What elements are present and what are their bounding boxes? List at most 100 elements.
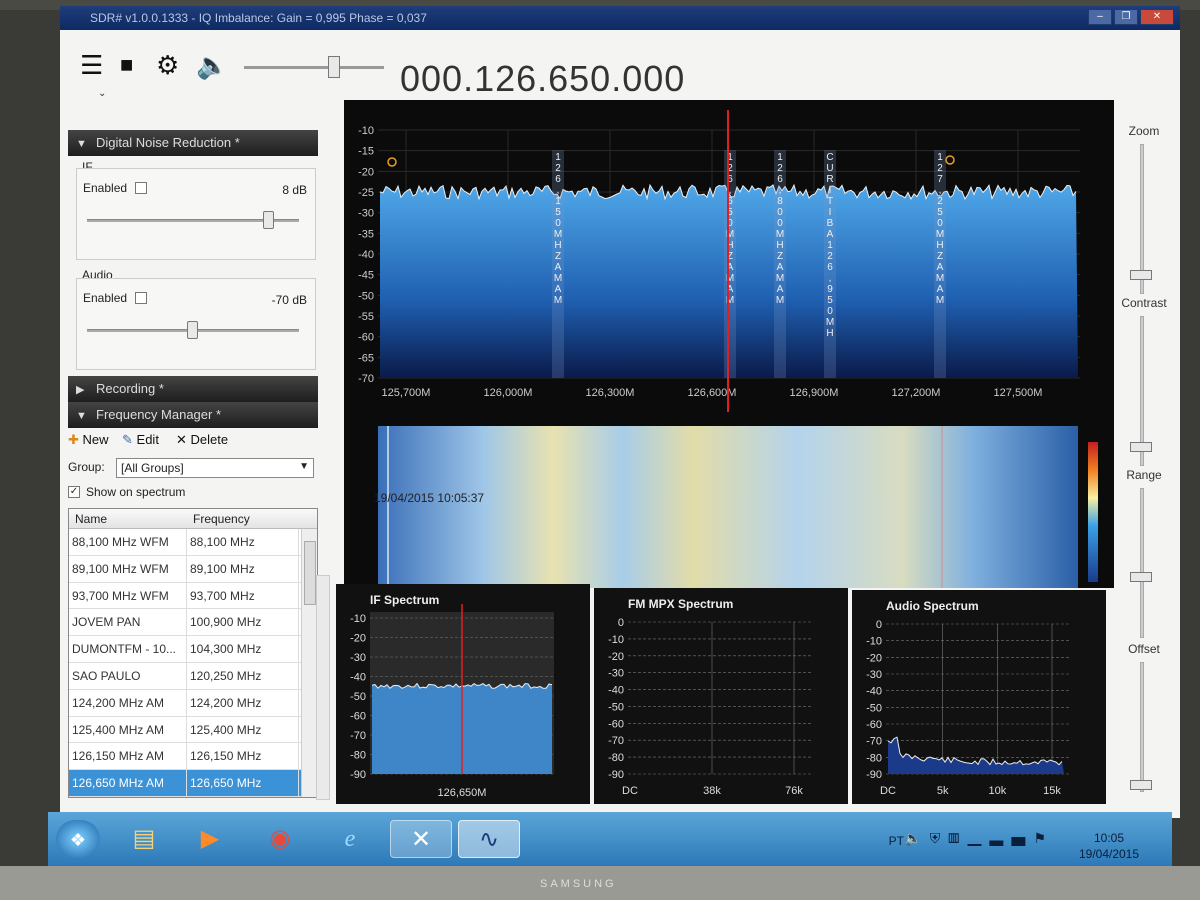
table-row[interactable]: 93,700 MHz WFM 93,700 MHz (69, 582, 317, 610)
gear-icon[interactable]: ⚙ (156, 52, 179, 78)
audio-spectrum-panel[interactable]: Audio Spectrum 0 -10 -20 -30 -40 -50 -60 -70 -80 -… (852, 590, 1106, 804)
shield-icon[interactable]: ⛨ (930, 830, 949, 846)
panel-y-tick: 0 (618, 617, 624, 629)
if-spectrum-panel[interactable]: IF Spectrum -10 -20 -30 -40 -50 -60 -70 -80 -90 12… (336, 584, 590, 804)
panel-title: FM MPX Spectrum (628, 597, 733, 611)
offset-label: Offset (1128, 642, 1160, 656)
table-row[interactable]: 126,150 MHz AM 126,150 MHz (69, 743, 317, 771)
spectrum-y-tick: -25 (358, 187, 374, 199)
panel-y-tick: -30 (350, 652, 366, 664)
panel-y-tick: -10 (608, 634, 624, 646)
maximize-button[interactable]: ❐ (1114, 9, 1138, 25)
if-enabled-checkbox[interactable] (135, 182, 147, 194)
folder-icon: ▤ (132, 825, 156, 852)
spectrum-x-tick: 126,000M (484, 387, 533, 399)
audio-value: -70 dB (271, 293, 307, 307)
group-select[interactable]: [All Groups] ▼ (116, 458, 314, 478)
table-scrollbar[interactable] (301, 529, 317, 797)
offset-slider-thumb[interactable] (1130, 780, 1152, 790)
dnr-section-header[interactable]: ▼ Digital Noise Reduction * (68, 130, 318, 156)
if-slider-thumb[interactable] (263, 211, 274, 229)
speaker-icon[interactable]: 🔈 (196, 52, 228, 78)
table-row[interactable]: 126,650 MHz AM 126,650 MHz (69, 770, 317, 797)
audio-slider-thumb[interactable] (187, 321, 198, 339)
stop-icon[interactable]: ■ (120, 52, 133, 78)
panel-y-tick: -30 (866, 669, 882, 681)
taskbar-app-1[interactable]: ✕ (390, 820, 452, 858)
row-frequency: 124,200 MHz (187, 689, 299, 716)
table-row[interactable]: DUMONTFM - 10... 104,300 MHz (69, 636, 317, 663)
volume-slider-track[interactable] (244, 66, 384, 69)
speaker-icon[interactable]: 🔈 (904, 830, 929, 846)
panel-y-tick: -90 (608, 769, 624, 781)
taskbar-clock[interactable]: 10:05 19/04/2015 (1074, 830, 1144, 862)
col-name-header[interactable]: Name (69, 509, 187, 528)
panel-y-tick: -10 (866, 636, 882, 648)
freq-manager-section-header[interactable]: ▼ Frequency Manager * (68, 402, 318, 428)
table-header: Name Frequency (69, 509, 317, 529)
zoom-label: Zoom (1128, 124, 1160, 138)
panel-x-tick: 10k (988, 785, 1006, 797)
taskbar-sdrsharp[interactable]: ∿ (458, 820, 520, 858)
range-slider-thumb[interactable] (1130, 572, 1152, 582)
table-row[interactable]: SAO PAULO 120,250 MHz (69, 662, 317, 690)
main-spectrum-panel[interactable]: -10 -15 -20 -25 -30 -35 -40 -45 -50 -55 -60 -65 -70 1… (344, 100, 1114, 420)
panel-y-tick: -50 (608, 701, 624, 713)
panel-y-tick: -90 (350, 769, 366, 781)
delete-icon: ✕ (176, 432, 187, 447)
waterfall-timestamp: 19/04/2015 10:05:37 (374, 491, 484, 505)
minimize-button[interactable]: – (1088, 9, 1112, 25)
flag-icon[interactable]: ⚑ (1033, 830, 1054, 846)
taskbar-ie[interactable]: e (330, 820, 370, 858)
new-button[interactable]: ✚ New (68, 432, 109, 448)
edit-button[interactable]: ✎ Edit (122, 432, 159, 448)
network-icon[interactable]: ▥ (948, 830, 967, 846)
table-row[interactable]: 124,200 MHz AM 124,200 MHz (69, 689, 317, 717)
show-on-spectrum-checkbox[interactable]: ✓ (68, 486, 80, 498)
panel-y-tick: -80 (350, 750, 366, 762)
audio-enabled-checkbox[interactable] (135, 292, 147, 304)
taskbar-media-player[interactable]: ▶ (190, 820, 230, 858)
range-slider-track[interactable] (1140, 488, 1144, 638)
panel-y-tick: -20 (350, 633, 366, 645)
table-scroll-thumb[interactable] (304, 541, 316, 605)
offset-slider-track[interactable] (1140, 662, 1144, 792)
waterfall-panel[interactable]: 19/04/2015 10:05:37 (344, 412, 1114, 588)
audio-spectrum-fill (888, 737, 1064, 774)
fm-mpx-spectrum-panel[interactable]: FM MPX Spectrum 0 -10 -20 -30 -40 -50 -60 -70 -80… (594, 588, 848, 804)
chrome-icon: ◉ (269, 825, 291, 852)
spectrum-y-tick: -15 (358, 146, 374, 158)
row-name: 125,400 MHz AM (69, 716, 187, 743)
toolbar: ☰ ■ ⚙ 🔈 000.126.650.000 ⌄ (60, 30, 1180, 100)
table-row[interactable]: JOVEM PAN 100,900 MHz (69, 609, 317, 637)
window-titlebar[interactable]: SDR# v1.0.0.1333 - IQ Imbalance: Gain = … (60, 6, 1180, 30)
taskbar-chrome[interactable]: ◉ (260, 820, 300, 858)
table-row[interactable]: 125,400 MHz AM 125,400 MHz (69, 716, 317, 744)
recording-section-header[interactable]: ▶ Recording * (68, 376, 318, 402)
col-frequency-header[interactable]: Frequency (187, 509, 299, 528)
spectrum-y-tick: -50 (358, 290, 374, 302)
clock-date: 19/04/2015 (1078, 847, 1140, 861)
taskbar-explorer[interactable]: ▤ (124, 820, 164, 858)
volume-slider-thumb[interactable] (328, 56, 340, 78)
table-row[interactable]: 89,100 MHz WFM 89,100 MHz (69, 555, 317, 583)
system-tray-icons[interactable]: 🔈⛨▥▁▃▅⚑ (904, 830, 1054, 847)
row-frequency: 89,100 MHz (187, 555, 299, 582)
clock-time: 10:05 (1093, 831, 1125, 845)
signal-icon[interactable]: ▁▃▅ (967, 830, 1033, 846)
chevron-down-icon[interactable]: ⌄ (98, 88, 106, 99)
audio-group-box: Enabled -70 dB (76, 278, 316, 370)
main-spectrum-svg: -10 -15 -20 -25 -30 -35 -40 -45 -50 -55 -60 -65 -70 1… (358, 110, 1080, 418)
hamburger-icon[interactable]: ☰ (80, 52, 103, 78)
language-indicator[interactable]: PT (889, 834, 904, 848)
left-panel-scrollbar[interactable] (316, 575, 330, 800)
delete-button[interactable]: ✕ Delete (176, 432, 228, 448)
zoom-slider-thumb[interactable] (1130, 270, 1152, 280)
contrast-slider-thumb[interactable] (1130, 442, 1152, 452)
frequency-display[interactable]: 000.126.650.000 (400, 58, 685, 100)
group-label: Group: (68, 460, 105, 474)
table-row[interactable]: 88,100 MHz WFM 88,100 MHz (69, 529, 317, 556)
close-button[interactable]: ✕ (1140, 9, 1174, 25)
row-frequency: 100,900 MHz (187, 609, 299, 636)
start-button[interactable]: ❖ (56, 820, 100, 858)
